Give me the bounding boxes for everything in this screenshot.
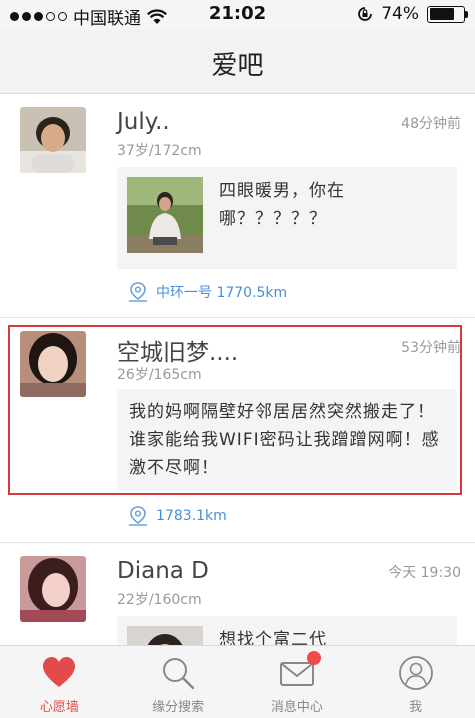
tab-label: 心愿墙 [39, 700, 79, 715]
tab-label: 消息中心 [270, 700, 323, 715]
post-text: 我的妈啊隔壁好邻居居然突然搬走了！谁家能给我WIFI密码让我蹭蹭网啊！感激不尽啊… [129, 402, 440, 478]
post-content[interactable]: 四眼暖男，你在哪？？？？？ [117, 167, 457, 269]
navigation-bar: 爱吧 [0, 30, 475, 94]
post-item[interactable]: Diana D 今天 19:30 22岁/160cm 想找个富二代 [0, 544, 475, 645]
page-title: 爱吧 [211, 51, 264, 81]
post-item[interactable]: July.. 48分钟前 37岁/172cm 四眼暖男，你在哪？？？？？ 中环一… [0, 95, 475, 318]
post-image[interactable] [127, 177, 203, 253]
user-age-height: 26岁/165cm [117, 367, 202, 383]
location-text: 中环一号 1770.5km [156, 285, 288, 301]
search-icon [163, 658, 195, 690]
post-content[interactable]: 想找个富二代 [117, 616, 457, 645]
user-age-height: 22岁/160cm [117, 592, 202, 608]
location[interactable]: 中环一号 1770.5km [128, 281, 287, 303]
notification-badge [306, 651, 321, 665]
tab-search[interactable]: 缘分搜索 [119, 646, 238, 718]
location-pin-icon [129, 282, 147, 302]
profile-icon [398, 656, 433, 690]
post-time: 今天 19:30 [388, 565, 461, 581]
avatar[interactable] [20, 331, 86, 397]
tab-me[interactable]: 我 [356, 646, 475, 718]
tab-messages[interactable]: 消息中心 [238, 646, 357, 718]
user-age-height: 37岁/172cm [117, 143, 202, 159]
user-name[interactable]: July.. [117, 109, 170, 135]
tab-bar: 心愿墙 缘分搜索 消息中心 我 [0, 645, 475, 718]
user-name[interactable]: Diana D [117, 558, 209, 584]
post-text: 想找个富二代 [219, 630, 327, 645]
tab-wish-wall[interactable]: 心愿墙 [0, 646, 119, 718]
avatar[interactable] [20, 556, 86, 622]
location[interactable]: 1783.1km [128, 505, 227, 527]
post-time: 53分钟前 [401, 340, 461, 356]
location-text: 1783.1km [156, 508, 227, 524]
post-text: 四眼暖男，你在哪？？？？？ [219, 181, 345, 229]
post-time: 48分钟前 [401, 116, 461, 132]
avatar[interactable] [20, 107, 86, 173]
battery-icon [427, 5, 468, 23]
user-name[interactable]: 空城旧梦.... [117, 333, 238, 367]
location-pin-icon [129, 506, 147, 526]
tab-label: 缘分搜索 [152, 700, 205, 715]
battery-percent: 74% [381, 4, 419, 24]
post-item[interactable]: 空城旧梦.... 53分钟前 26岁/165cm 我的妈啊隔壁好邻居居然突然搬走… [0, 319, 475, 543]
status-bar: 中国联通 21:02 74% [0, 0, 475, 30]
rotation-lock-icon [358, 7, 373, 21]
post-content[interactable]: 我的妈啊隔壁好邻居居然突然搬走了！谁家能给我WIFI密码让我蹭蹭网啊！感激不尽啊… [117, 389, 457, 491]
post-image[interactable] [127, 626, 203, 645]
tab-label: 我 [409, 700, 423, 715]
post-feed[interactable]: July.. 48分钟前 37岁/172cm 四眼暖男，你在哪？？？？？ 中环一… [0, 95, 475, 645]
heart-icon [43, 657, 76, 687]
